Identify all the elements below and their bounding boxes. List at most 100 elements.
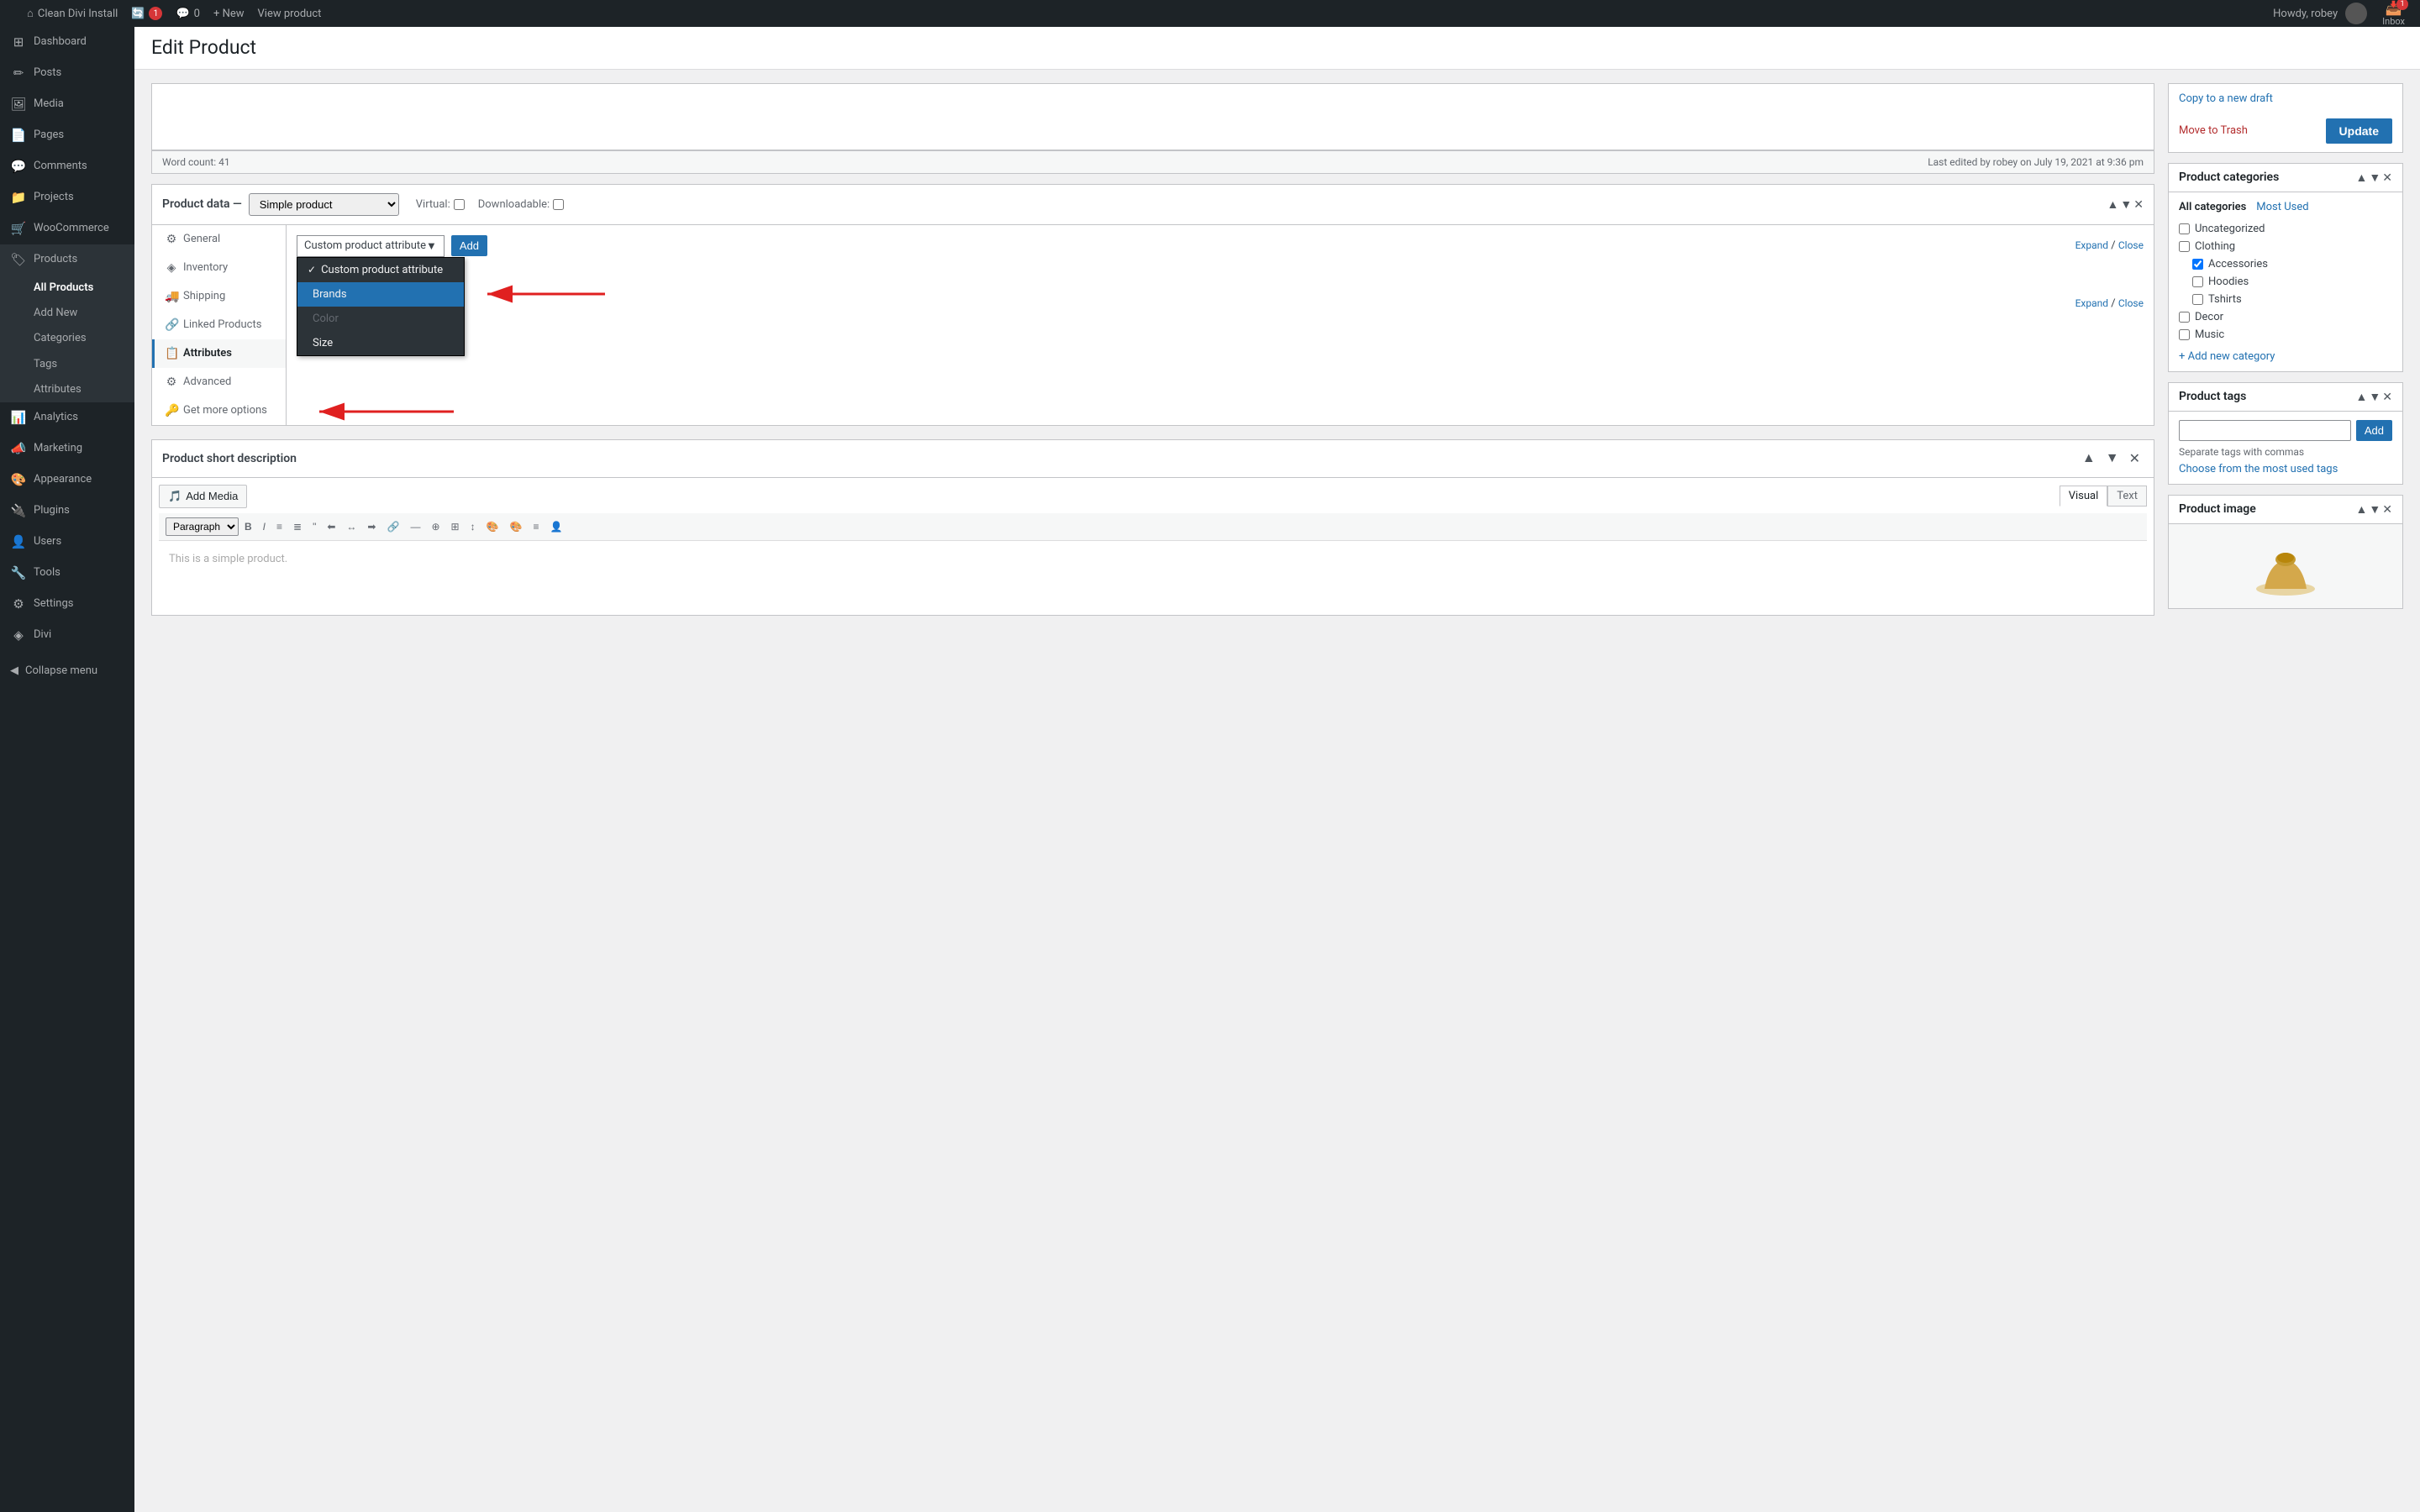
ul-btn[interactable]: ≡ (271, 517, 287, 536)
add-attribute-button[interactable]: Add (451, 235, 487, 256)
cat-tshirts-check[interactable] (2192, 294, 2203, 305)
cat-up-btn[interactable]: ▲ (2356, 171, 2368, 185)
expand-link[interactable]: Expand (2075, 239, 2108, 251)
ol-btn[interactable]: ≣ (288, 517, 307, 536)
italic-btn[interactable]: I (258, 517, 271, 536)
categories-header[interactable]: Product categories ▲ ▼ ✕ (2169, 164, 2402, 192)
sidebar-item-settings[interactable]: ⚙ Settings (0, 589, 134, 620)
table-btn[interactable]: ⊞ (446, 517, 465, 536)
align-right-btn[interactable]: ➡ (362, 517, 381, 536)
short-desc-down[interactable]: ▼ (2102, 449, 2123, 468)
sidebar-item-appearance[interactable]: 🎨 Appearance (0, 465, 134, 496)
attr-option-custom[interactable]: ✓ Custom product attribute (297, 258, 464, 282)
tab-inventory[interactable]: ◈ Inventory (152, 254, 286, 282)
sidebar-item-projects[interactable]: 📁 Projects (0, 182, 134, 213)
link-btn[interactable]: 🔗 (381, 517, 404, 536)
user-btn[interactable]: 👤 (544, 517, 567, 536)
tab-general[interactable]: ⚙ General (152, 225, 286, 254)
sidebar-item-divi[interactable]: ◈ Divi (0, 620, 134, 651)
choose-tags-link[interactable]: Choose from the most used tags (2179, 463, 2338, 475)
close-link[interactable]: Close (2118, 239, 2144, 251)
sidebar-item-products[interactable]: 🏷 Products (0, 244, 134, 276)
color2-btn[interactable]: 🎨 (505, 517, 528, 536)
site-name[interactable]: ⌂ Clean Divi Install (20, 0, 124, 27)
sidebar-item-users[interactable]: 👤 Users (0, 527, 134, 558)
product-type-select[interactable]: Simple product Variable product Grouped … (249, 193, 399, 216)
cat-hoodies-check[interactable] (2192, 276, 2203, 287)
submenu-tags[interactable]: Tags (0, 352, 134, 377)
align-center-btn[interactable]: ↔ (341, 517, 361, 536)
text-tab[interactable]: Text (2107, 486, 2147, 507)
sidebar-item-comments[interactable]: 💬 Comments (0, 151, 134, 182)
image-down-btn[interactable]: ▼ (2369, 502, 2381, 517)
align-left-btn[interactable]: ⬅ (322, 517, 340, 536)
tab-more-options[interactable]: 🔑 Get more options (152, 396, 286, 425)
sidebar-item-media[interactable]: 🖼 Media (0, 89, 134, 120)
most-used-tab[interactable]: Most Used (2256, 201, 2308, 213)
sidebar-item-tools[interactable]: 🔧 Tools (0, 558, 134, 589)
cat-close-btn[interactable]: ✕ (2382, 171, 2392, 185)
paragraph-select[interactable]: Paragraph (166, 517, 239, 536)
sidebar-item-pages[interactable]: 📄 Pages (0, 120, 134, 151)
cat-music-check[interactable] (2179, 329, 2190, 340)
visual-tab[interactable]: Visual (2060, 486, 2108, 507)
tag-input[interactable] (2179, 420, 2351, 441)
attr-option-size[interactable]: Size (297, 331, 464, 355)
pd-up-btn[interactable]: ▲ (2107, 197, 2119, 212)
move-to-trash-link[interactable]: Move to Trash (2179, 124, 2248, 137)
align-justify-btn[interactable]: ≡ (528, 517, 544, 536)
hr-btn[interactable]: — (405, 517, 425, 536)
comments-menu[interactable]: 💬 0 (169, 0, 207, 27)
sidebar-item-posts[interactable]: ✏ Posts (0, 58, 134, 89)
cat-accessories-check[interactable] (2192, 259, 2203, 270)
fullscreen-btn[interactable]: ↕ (466, 517, 481, 536)
all-categories-tab[interactable]: All categories (2179, 201, 2246, 213)
copy-draft-link[interactable]: Copy to a new draft (2179, 92, 2273, 105)
add-media-button[interactable]: 🎵 Add Media (159, 485, 247, 508)
sidebar-item-dashboard[interactable]: ⊞ Dashboard (0, 27, 134, 58)
sidebar-item-plugins[interactable]: 🔌 Plugins (0, 496, 134, 527)
tags-down-btn[interactable]: ▼ (2369, 390, 2381, 404)
blockquote-btn[interactable]: " (308, 517, 321, 536)
collapse-menu-btn[interactable]: ◀ Collapse menu (0, 658, 134, 684)
tags-up-btn[interactable]: ▲ (2356, 390, 2368, 404)
expand-link-bottom[interactable]: Expand (2075, 297, 2108, 309)
pd-down-btn[interactable]: ▼ (2120, 197, 2132, 212)
cat-down-btn[interactable]: ▼ (2369, 171, 2381, 185)
editor-content[interactable]: This is a simple product. (159, 541, 2147, 608)
product-image-area[interactable] (2169, 524, 2402, 608)
attr-option-brands[interactable]: Brands (297, 282, 464, 307)
image-header[interactable]: Product image ▲ ▼ ✕ (2169, 496, 2402, 524)
add-category-link[interactable]: + Add new category (2179, 350, 2392, 363)
sidebar-item-analytics[interactable]: 📊 Analytics (0, 402, 134, 433)
updates-menu[interactable]: 🔄 1 (124, 0, 169, 27)
downloadable-checkbox[interactable] (553, 199, 564, 210)
cat-uncategorized-check[interactable] (2179, 223, 2190, 234)
tags-header[interactable]: Product tags ▲ ▼ ✕ (2169, 383, 2402, 412)
cat-decor-check[interactable] (2179, 312, 2190, 323)
short-desc-up[interactable]: ▲ (2079, 449, 2099, 468)
tab-linked-products[interactable]: 🔗 Linked Products (152, 311, 286, 339)
new-content[interactable]: + New (207, 0, 251, 27)
bold-btn[interactable]: B (239, 517, 257, 536)
sidebar-item-marketing[interactable]: 📣 Marketing (0, 433, 134, 465)
submenu-add-new[interactable]: Add New (0, 301, 134, 326)
tab-advanced[interactable]: ⚙ Advanced (152, 368, 286, 396)
wp-logo[interactable]: W (7, 0, 20, 27)
image-up-btn[interactable]: ▲ (2356, 502, 2368, 517)
color-btn[interactable]: 🎨 (481, 517, 504, 536)
tab-attributes[interactable]: 📋 Attributes (152, 339, 286, 368)
image-close-btn[interactable]: ✕ (2382, 502, 2392, 517)
virtual-checkbox[interactable] (454, 199, 465, 210)
more-btn[interactable]: ⊕ (426, 517, 445, 536)
short-desc-close[interactable]: ✕ (2126, 449, 2144, 469)
update-button[interactable]: Update (2326, 118, 2392, 144)
tab-shipping[interactable]: 🚚 Shipping (152, 282, 286, 311)
sidebar-item-woocommerce[interactable]: 🛒 WooCommerce (0, 213, 134, 244)
cat-clothing-check[interactable] (2179, 241, 2190, 252)
submenu-attributes[interactable]: Attributes (0, 377, 134, 402)
view-product[interactable]: View product (251, 0, 329, 27)
pd-close-btn[interactable]: ✕ (2133, 197, 2144, 212)
tag-add-button[interactable]: Add (2356, 420, 2392, 441)
submenu-all-products[interactable]: All Products (0, 276, 134, 301)
